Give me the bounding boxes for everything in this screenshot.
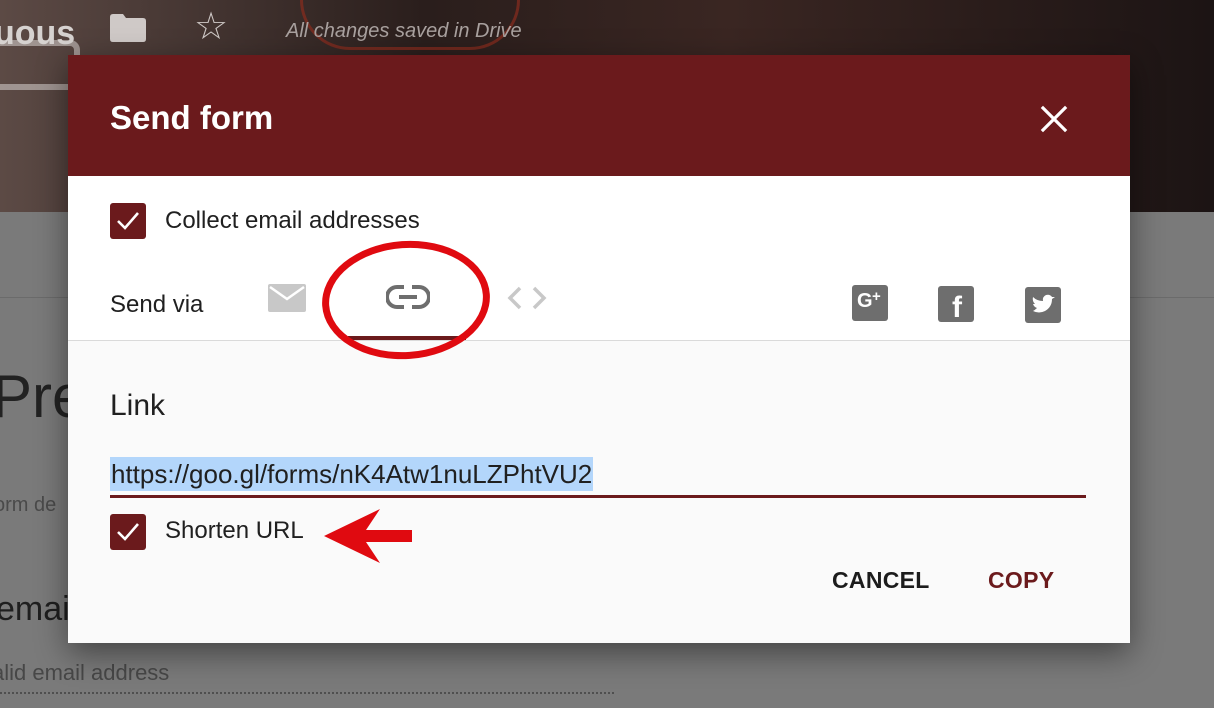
collect-email-checkbox[interactable] (110, 203, 146, 239)
shorten-url-checkbox[interactable] (110, 514, 146, 550)
close-icon[interactable] (1040, 105, 1068, 133)
annotation-arrow (324, 509, 412, 563)
question-title: email (0, 590, 78, 628)
panel-divider (68, 340, 1130, 341)
dialog-title: Send form (110, 99, 274, 136)
copy-button[interactable]: COPY (988, 567, 1054, 594)
link-field-underline (110, 495, 1086, 498)
save-status-text: All changes saved in Drive (286, 20, 522, 42)
link-url-text[interactable]: https://goo.gl/forms/nK4Atw1nuLZPhtVU2 (110, 457, 594, 491)
question-hint: alid email address (0, 660, 170, 685)
form-description: orm de (0, 494, 57, 516)
checkmark-icon (117, 212, 139, 230)
send-form-dialog: Send form Collect email addresses Send v… (68, 55, 1130, 643)
google-plus-icon[interactable]: G + (852, 285, 888, 321)
form-name[interactable]: uous (0, 14, 75, 53)
dialog-header: Send form (68, 55, 1130, 176)
link-section-label: Link (110, 389, 166, 422)
checkmark-icon (117, 523, 139, 541)
twitter-bird-icon (1032, 294, 1055, 313)
embed-icon[interactable] (506, 283, 548, 313)
question-input-underline (0, 692, 614, 694)
link-url-field[interactable]: https://goo.gl/forms/nK4Atw1nuLZPhtVU2 (110, 457, 1086, 497)
folder-icon[interactable] (110, 14, 146, 42)
star-icon[interactable]: ☆ (194, 8, 228, 46)
shorten-url-label: Shorten URL (165, 517, 304, 544)
email-icon[interactable] (268, 282, 306, 314)
send-via-label: Send via (110, 291, 204, 318)
facebook-icon[interactable]: f (938, 286, 974, 324)
collect-email-label: Collect email addresses (165, 207, 420, 234)
cancel-button[interactable]: CANCEL (832, 567, 930, 594)
twitter-icon[interactable] (1025, 287, 1061, 323)
